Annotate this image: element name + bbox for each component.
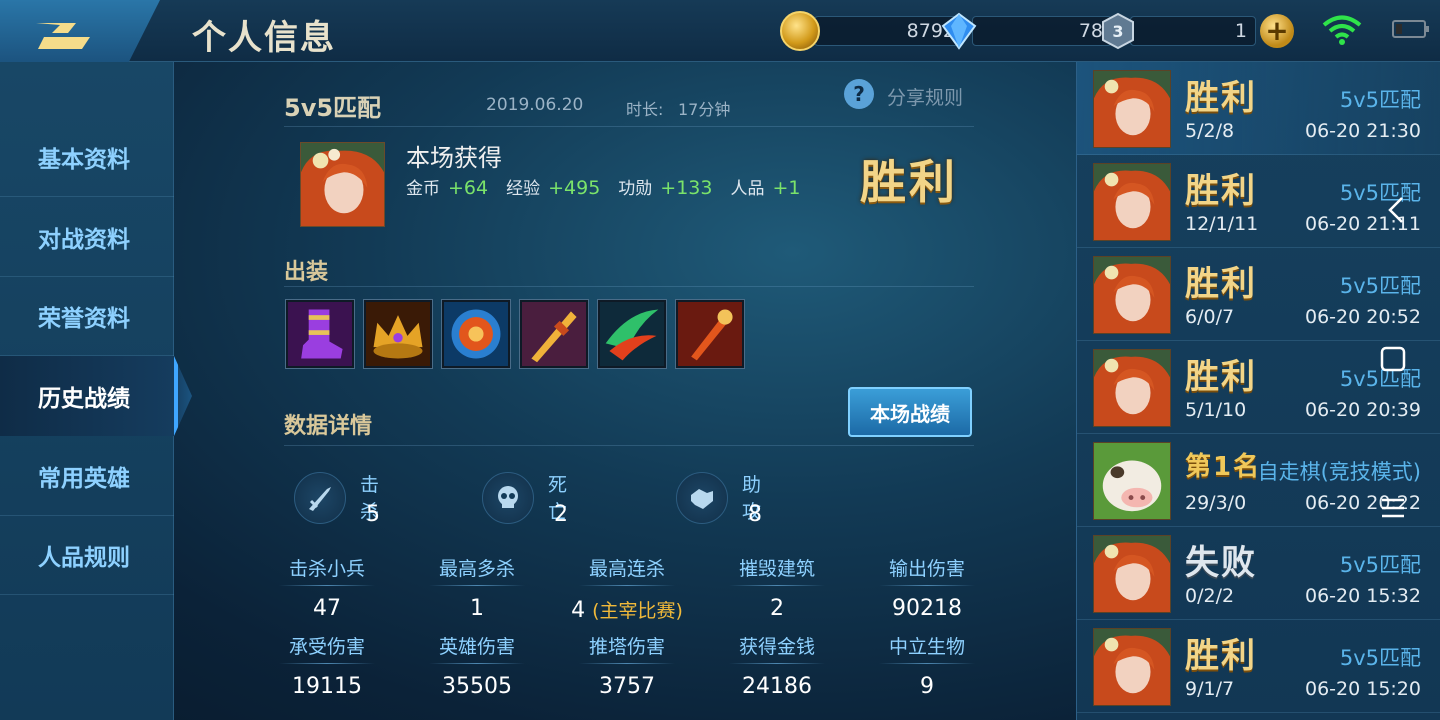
reward-exp: 经验 +495 bbox=[506, 177, 601, 199]
details-title: 数据详情 bbox=[284, 414, 373, 439]
skull-icon bbox=[482, 472, 534, 524]
back-arrow-icon bbox=[36, 23, 90, 49]
blade-item-icon[interactable] bbox=[520, 300, 588, 368]
history-item[interactable]: 胜利 5v5匹配 6/0/7 06-20 20:52 bbox=[1077, 248, 1440, 341]
hero-avatar bbox=[1093, 70, 1171, 148]
handshake-icon bbox=[676, 472, 728, 524]
add-currency-button[interactable]: + bbox=[1260, 14, 1294, 48]
stat-minion-kills: 击杀小兵 47 bbox=[252, 554, 402, 621]
page-title: 个人信息 bbox=[192, 18, 336, 58]
scepter-item-icon[interactable] bbox=[676, 300, 744, 368]
boots-item-icon[interactable] bbox=[286, 300, 354, 368]
equipment-list bbox=[286, 300, 744, 368]
nav-home-icon[interactable] bbox=[1380, 346, 1406, 372]
earnings-row: 金币 +64 经验 +495 功勋 +133 人品 +1 bbox=[406, 174, 801, 199]
stat-neutral-creeps: 中立生物 9 bbox=[852, 632, 1002, 699]
stat-max-multikill: 最高多杀 1 bbox=[402, 554, 552, 621]
share-rule-link[interactable]: 分享规则 bbox=[887, 83, 963, 110]
stat-damage-dealt: 输出伤害 90218 bbox=[852, 554, 1002, 621]
hero-avatar bbox=[300, 142, 385, 227]
duration-label: 时长: bbox=[626, 100, 664, 119]
hero-avatar bbox=[1093, 163, 1171, 241]
wing-blade-item-icon[interactable] bbox=[598, 300, 666, 368]
kills-value: 5 bbox=[366, 502, 380, 527]
earnings-title: 本场获得 bbox=[406, 144, 502, 172]
divider bbox=[284, 445, 974, 446]
sidebar-item-honor-info[interactable]: 荣誉资料 bbox=[0, 276, 174, 356]
wifi-icon bbox=[1322, 15, 1362, 45]
sidebar-item-basic-info[interactable]: 基本资料 bbox=[0, 117, 174, 197]
nav-back-icon[interactable] bbox=[1384, 196, 1408, 224]
cow-avatar bbox=[1093, 442, 1171, 520]
hero-avatar bbox=[1093, 535, 1171, 613]
divider bbox=[284, 286, 974, 287]
match-detail-panel: 5v5匹配 2019.06.20 时长: 17分钟 ? 分享规则 本场获得 金币… bbox=[174, 62, 1074, 720]
sidebar-item-common-heroes[interactable]: 常用英雄 bbox=[0, 436, 174, 516]
back-button[interactable] bbox=[0, 0, 160, 70]
history-item[interactable]: 胜利 5v5匹配 9/1/7 06-20 15:20 bbox=[1077, 620, 1440, 713]
sidebar-item-battle-info[interactable]: 对战资料 bbox=[0, 197, 174, 277]
kills-stat: 击杀 5 bbox=[294, 472, 380, 527]
match-mode: 5v5匹配 bbox=[284, 94, 382, 122]
match-history-list: 胜利 5v5匹配 5/2/8 06-20 21:30 胜利 5v5匹配 12/1… bbox=[1076, 62, 1440, 720]
history-item[interactable]: 胜利 5v5匹配 5/2/8 06-20 21:30 bbox=[1077, 62, 1440, 155]
history-item[interactable]: 失败 5v5匹配 0/2/2 06-20 15:32 bbox=[1077, 527, 1440, 620]
stat-buildings-destroyed: 摧毁建筑 2 bbox=[702, 554, 852, 621]
stat-tower-damage: 推塔伤害 3757 bbox=[552, 632, 702, 699]
assists-value: 8 bbox=[748, 502, 762, 527]
ticket-icon: 3 bbox=[1102, 12, 1134, 50]
equipment-title: 出装 bbox=[284, 260, 329, 285]
match-date: 2019.06.20 bbox=[486, 95, 584, 115]
stat-gold-earned: 获得金钱 24186 bbox=[702, 632, 852, 699]
hero-avatar bbox=[1093, 256, 1171, 334]
battery-icon bbox=[1392, 20, 1429, 38]
sidebar-item-reputation-rules[interactable]: 人品规则 bbox=[0, 515, 174, 595]
duration-value: 17分钟 bbox=[678, 100, 731, 119]
ticket-value: 1 bbox=[1130, 16, 1256, 46]
match-record-button[interactable]: 本场战绩 bbox=[848, 387, 972, 437]
stat-damage-taken: 承受伤害 19115 bbox=[252, 632, 402, 699]
gold-counter: 8792 bbox=[780, 10, 964, 52]
deaths-value: 2 bbox=[554, 502, 568, 527]
sidebar-item-match-history[interactable]: 历史战绩 bbox=[0, 356, 192, 436]
match-result: 胜利 bbox=[860, 155, 958, 209]
top-bar: 个人信息 8792 78 3 1 + bbox=[0, 0, 1440, 70]
diamond-counter: 78 bbox=[940, 10, 1112, 52]
reward-reputation: 人品 +1 bbox=[730, 177, 801, 199]
divider bbox=[284, 126, 974, 127]
assists-stat: 助攻 8 bbox=[676, 472, 762, 527]
deaths-stat: 死亡 2 bbox=[482, 472, 568, 527]
nav-menu-icon[interactable] bbox=[1380, 496, 1406, 520]
stat-max-streak: 最高连杀 4 (主宰比赛) bbox=[571, 558, 683, 623]
reward-merit: 功勋 +133 bbox=[618, 177, 713, 199]
diamond-value: 78 bbox=[972, 16, 1112, 46]
sidebar: 基本资料 对战资料 荣誉资料 历史战绩 常用英雄 人品规则 bbox=[0, 62, 192, 720]
reward-gold: 金币 +64 bbox=[406, 177, 489, 199]
hero-avatar bbox=[1093, 349, 1171, 427]
orb-item-icon[interactable] bbox=[442, 300, 510, 368]
svg-text:3: 3 bbox=[1112, 22, 1123, 41]
sword-icon bbox=[294, 472, 346, 524]
help-icon[interactable]: ? bbox=[844, 79, 874, 109]
ticket-counter: 3 1 + bbox=[1100, 10, 1294, 52]
diamond-icon bbox=[941, 12, 977, 50]
crown-item-icon[interactable] bbox=[364, 300, 432, 368]
hero-avatar bbox=[1093, 628, 1171, 706]
stat-hero-damage: 英雄伤害 35505 bbox=[402, 632, 552, 699]
gold-coin-icon bbox=[780, 11, 820, 51]
